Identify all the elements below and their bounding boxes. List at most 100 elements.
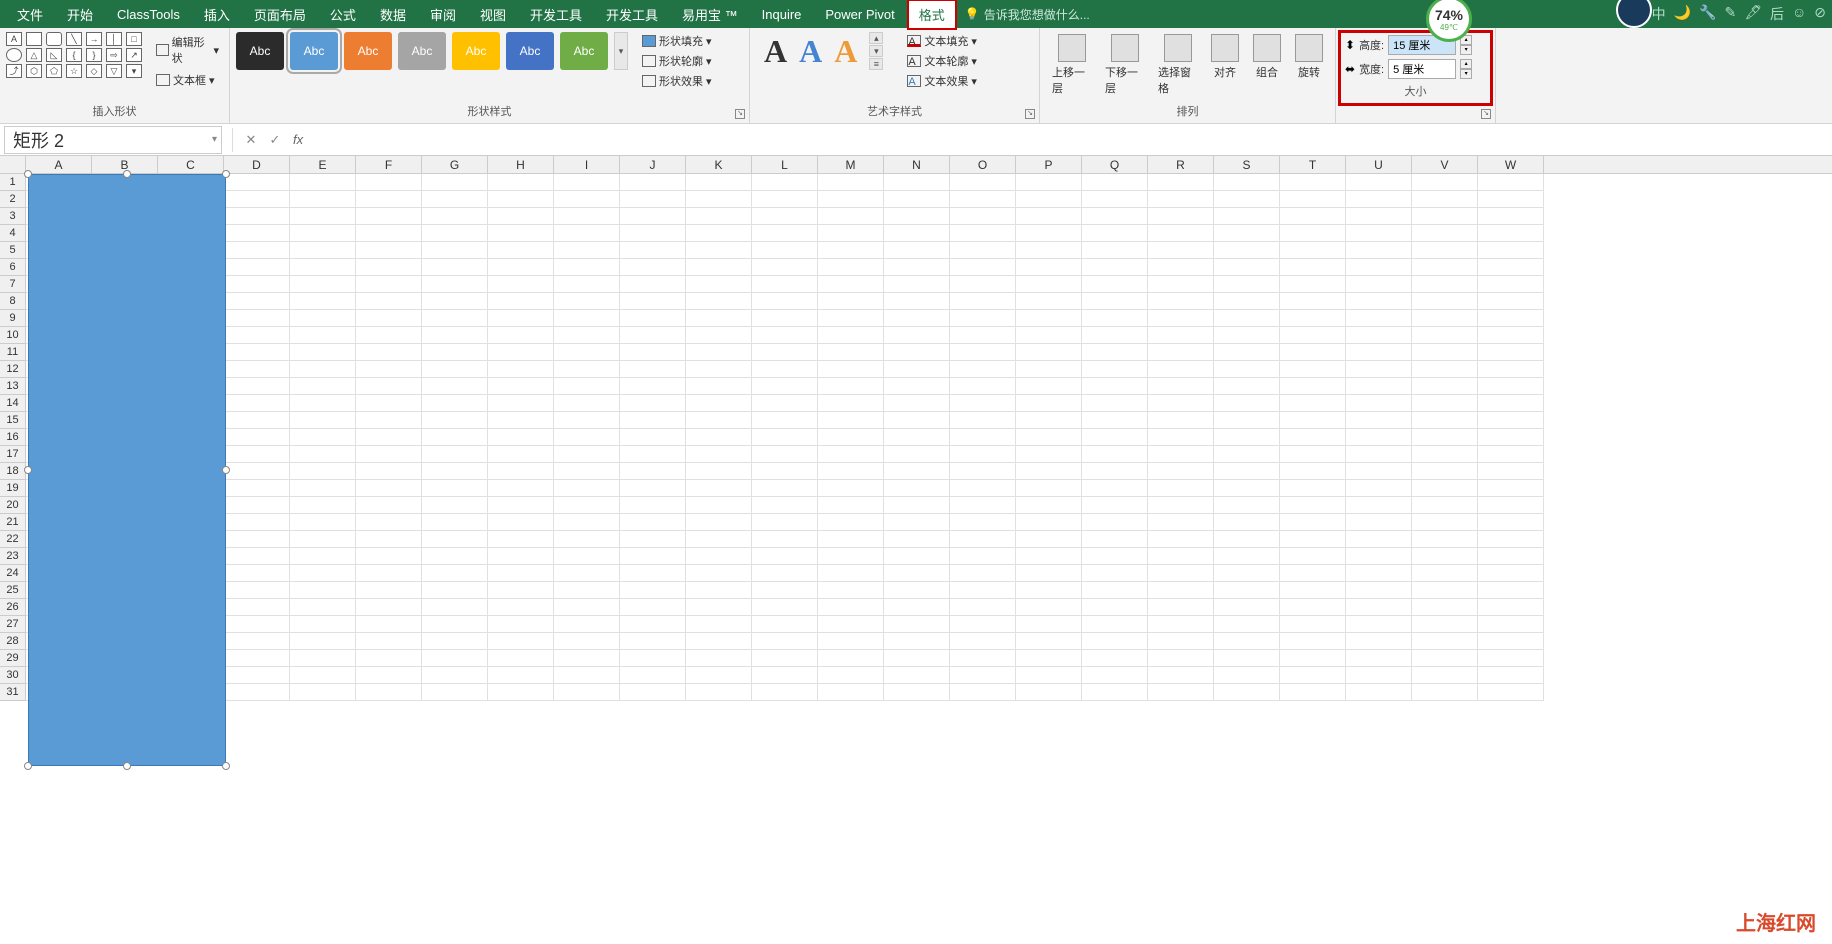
cell[interactable] xyxy=(884,497,950,514)
cell[interactable] xyxy=(290,208,356,225)
style-swatch-7[interactable]: Abc xyxy=(560,32,608,70)
cell[interactable] xyxy=(356,616,422,633)
cell[interactable] xyxy=(884,548,950,565)
cell[interactable] xyxy=(950,446,1016,463)
cell[interactable] xyxy=(224,276,290,293)
row-header-2[interactable]: 2 xyxy=(0,191,25,208)
cell[interactable] xyxy=(422,208,488,225)
cell[interactable] xyxy=(290,480,356,497)
menu-developer1[interactable]: 开发工具 xyxy=(518,0,594,30)
cell[interactable] xyxy=(950,480,1016,497)
menu-yiyongbao[interactable]: 易用宝 ™ xyxy=(670,0,750,30)
cell[interactable] xyxy=(950,548,1016,565)
cell[interactable] xyxy=(686,208,752,225)
cell[interactable] xyxy=(1346,684,1412,701)
cell[interactable] xyxy=(1214,310,1280,327)
cell[interactable] xyxy=(1016,310,1082,327)
cell[interactable] xyxy=(356,344,422,361)
cell[interactable] xyxy=(884,361,950,378)
cell[interactable] xyxy=(422,599,488,616)
cell[interactable] xyxy=(1214,463,1280,480)
cell[interactable] xyxy=(1148,259,1214,276)
cell[interactable] xyxy=(422,412,488,429)
text-outline-button[interactable]: A文本轮廓 ▾ xyxy=(903,52,981,70)
cell[interactable] xyxy=(620,412,686,429)
cell[interactable] xyxy=(1412,514,1478,531)
style-swatch-4[interactable]: Abc xyxy=(398,32,446,70)
cell[interactable] xyxy=(1082,565,1148,582)
cell[interactable] xyxy=(1412,225,1478,242)
cell[interactable] xyxy=(620,242,686,259)
cell[interactable] xyxy=(686,395,752,412)
cell[interactable] xyxy=(752,633,818,650)
shape-rtriangle-icon[interactable]: ◺ xyxy=(46,48,62,62)
cell[interactable] xyxy=(1478,463,1544,480)
moon-icon[interactable]: 🌙 xyxy=(1674,4,1691,24)
cell[interactable] xyxy=(1148,463,1214,480)
cell[interactable] xyxy=(620,650,686,667)
cell[interactable] xyxy=(422,514,488,531)
cell[interactable] xyxy=(752,293,818,310)
cell[interactable] xyxy=(488,276,554,293)
cell[interactable] xyxy=(1082,242,1148,259)
cell[interactable] xyxy=(1346,174,1412,191)
row-header-8[interactable]: 8 xyxy=(0,293,25,310)
cell[interactable] xyxy=(818,310,884,327)
cell[interactable] xyxy=(554,565,620,582)
cell[interactable] xyxy=(488,599,554,616)
cell[interactable] xyxy=(1082,684,1148,701)
cell[interactable] xyxy=(1346,395,1412,412)
cell[interactable] xyxy=(1478,378,1544,395)
row-header-26[interactable]: 26 xyxy=(0,599,25,616)
cell[interactable] xyxy=(488,565,554,582)
cell[interactable] xyxy=(884,650,950,667)
cell[interactable] xyxy=(224,208,290,225)
cell[interactable] xyxy=(1280,446,1346,463)
cell[interactable] xyxy=(290,293,356,310)
cell[interactable] xyxy=(488,548,554,565)
cell[interactable] xyxy=(686,310,752,327)
cell[interactable] xyxy=(950,225,1016,242)
cell[interactable] xyxy=(1148,310,1214,327)
handle-bottom-mid[interactable] xyxy=(123,762,131,770)
col-header-J[interactable]: J xyxy=(620,156,686,173)
cell[interactable] xyxy=(554,191,620,208)
cell[interactable] xyxy=(818,276,884,293)
cell[interactable] xyxy=(554,633,620,650)
cell[interactable] xyxy=(884,480,950,497)
cell[interactable] xyxy=(1148,599,1214,616)
cell[interactable] xyxy=(1478,616,1544,633)
cell[interactable] xyxy=(1214,514,1280,531)
cell[interactable] xyxy=(224,582,290,599)
formula-enter-button[interactable]: ✓ xyxy=(263,128,287,152)
cell[interactable] xyxy=(818,293,884,310)
menu-formulas[interactable]: 公式 xyxy=(318,0,368,30)
cell[interactable] xyxy=(488,378,554,395)
cell[interactable] xyxy=(752,667,818,684)
cell[interactable] xyxy=(884,191,950,208)
cell[interactable] xyxy=(488,361,554,378)
shape-textbox-icon[interactable]: A xyxy=(6,32,22,46)
cell[interactable] xyxy=(356,582,422,599)
cell[interactable] xyxy=(1478,446,1544,463)
cell[interactable] xyxy=(1412,616,1478,633)
cell[interactable] xyxy=(1346,327,1412,344)
cell[interactable] xyxy=(752,310,818,327)
cell[interactable] xyxy=(1148,684,1214,701)
row-header-1[interactable]: 1 xyxy=(0,174,25,191)
cell[interactable] xyxy=(950,378,1016,395)
cell[interactable] xyxy=(686,480,752,497)
cell[interactable] xyxy=(290,310,356,327)
cell[interactable] xyxy=(290,446,356,463)
row-header-15[interactable]: 15 xyxy=(0,412,25,429)
cell[interactable] xyxy=(488,650,554,667)
cell[interactable] xyxy=(554,650,620,667)
cell[interactable] xyxy=(1412,242,1478,259)
cell[interactable] xyxy=(686,225,752,242)
cell[interactable] xyxy=(818,174,884,191)
cell[interactable] xyxy=(620,208,686,225)
cell[interactable] xyxy=(950,429,1016,446)
col-header-U[interactable]: U xyxy=(1346,156,1412,173)
cell[interactable] xyxy=(686,293,752,310)
cell[interactable] xyxy=(1478,531,1544,548)
